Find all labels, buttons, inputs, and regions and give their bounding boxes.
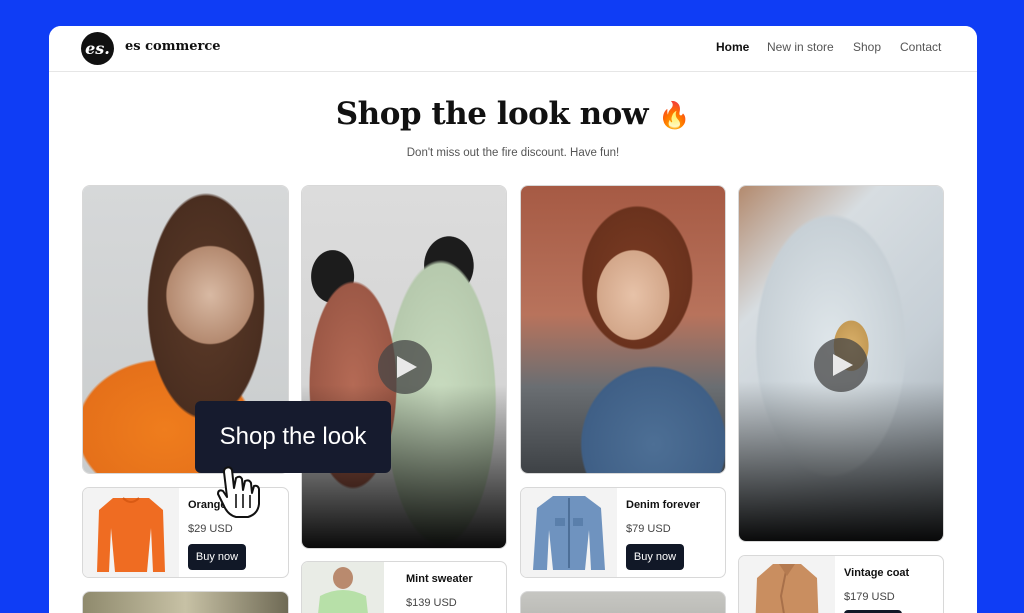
product-name: Denim forever xyxy=(626,499,700,511)
look-card-6-peek[interactable] xyxy=(520,591,726,613)
play-icon[interactable] xyxy=(814,338,868,392)
page-title-text: Shop the look now xyxy=(335,96,649,132)
logo-mark[interactable]: es. xyxy=(81,32,114,65)
top-navbar: es. es commerce Home New in store Shop C… xyxy=(49,26,977,72)
look-card-5-peek[interactable] xyxy=(82,591,289,613)
product-price: $139 USD xyxy=(406,597,457,609)
hand-cursor-icon xyxy=(212,464,268,525)
logo-text[interactable]: es commerce xyxy=(125,39,221,54)
product-thumb-denim xyxy=(521,488,617,577)
product-thumb-mint xyxy=(302,562,384,613)
play-icon[interactable] xyxy=(378,340,432,394)
look-photo-denim xyxy=(521,186,725,473)
buy-now-button[interactable]: Buy now xyxy=(626,544,684,570)
video-gradient-overlay xyxy=(739,381,943,541)
page-subtitle: Don't miss out the fire discount. Have f… xyxy=(406,147,620,159)
product-price: $79 USD xyxy=(626,523,671,535)
nav-new-in-store[interactable]: New in store xyxy=(767,40,834,54)
product-name: Vintage coat xyxy=(844,567,910,579)
shop-the-look-tooltip[interactable]: Shop the look xyxy=(195,401,391,473)
product-card-mint[interactable]: Mint sweater $139 USD xyxy=(301,561,507,613)
buy-now-button[interactable]: Buy now xyxy=(188,544,246,570)
product-card-denim[interactable]: Denim forever $79 USD Buy now xyxy=(520,487,726,578)
fire-icon: 🔥 xyxy=(658,101,691,131)
look-card-3[interactable] xyxy=(520,185,726,474)
product-name: Mint sweater xyxy=(406,573,473,585)
product-thumb-coat xyxy=(739,556,835,613)
look-card-2[interactable] xyxy=(301,185,507,549)
nav-shop[interactable]: Shop xyxy=(853,40,881,54)
product-thumb-orange xyxy=(83,488,179,577)
product-price: $179 USD xyxy=(844,591,895,603)
page-title: Shop the look now 🔥 xyxy=(49,96,977,132)
look-card-4[interactable] xyxy=(738,185,944,542)
product-card-vintage-coat[interactable]: Vintage coat $179 USD xyxy=(738,555,944,613)
browser-window: es. es commerce Home New in store Shop C… xyxy=(49,26,977,613)
nav-contact[interactable]: Contact xyxy=(900,40,941,54)
nav-home[interactable]: Home xyxy=(716,40,749,54)
